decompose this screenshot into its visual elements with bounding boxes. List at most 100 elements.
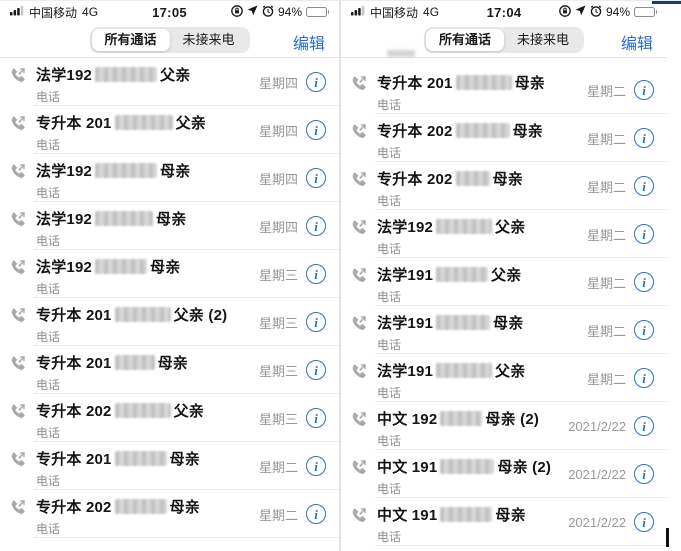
call-log-row[interactable]: 专升本 201父亲 (2) 电话 星期三 i xyxy=(0,298,339,346)
info-button[interactable]: i xyxy=(306,72,326,92)
call-log-row[interactable]: 法学192父亲 电话 星期二 i xyxy=(341,210,667,258)
info-button[interactable]: i xyxy=(306,504,326,524)
call-log-row[interactable]: 专升本 201母亲 电话 星期三 i xyxy=(0,346,339,394)
rotation-lock-icon xyxy=(559,5,571,20)
call-log-row[interactable]: 专升本 201母亲 电话 星期二 i xyxy=(341,66,667,114)
contact-name: 专升本 201父亲 xyxy=(36,112,206,133)
call-log-row[interactable]: 中文 191母亲 (2) 电话 2021/2/22 i xyxy=(341,450,667,498)
info-button[interactable]: i xyxy=(634,128,654,148)
call-type-label: 电话 xyxy=(377,288,521,305)
outgoing-call-icon xyxy=(350,459,367,481)
alarm-icon xyxy=(590,5,602,20)
phone-screenshot-left: 中国移动 4G 17:05 94% xyxy=(0,1,339,551)
outgoing-call-icon xyxy=(350,171,367,193)
call-type-label: 电话 xyxy=(377,336,523,353)
outgoing-call-icon xyxy=(350,267,367,289)
edit-button[interactable]: 编辑 xyxy=(293,30,325,54)
call-log-row[interactable]: 专升本 202父亲 电话 星期三 i xyxy=(0,394,339,442)
info-button[interactable]: i xyxy=(634,416,654,436)
info-button[interactable]: i xyxy=(306,360,326,380)
contact-name: 中文 191母亲 (2) xyxy=(377,456,551,477)
info-button[interactable]: i xyxy=(634,80,654,100)
call-filter-segmented-control: 所有通话 未接来电 xyxy=(424,27,584,53)
outgoing-call-icon xyxy=(9,307,26,329)
tab-all-calls[interactable]: 所有通话 xyxy=(91,29,169,51)
rotation-lock-icon xyxy=(231,5,243,20)
outgoing-call-icon xyxy=(350,411,367,433)
call-log-row[interactable]: 法学191父亲 电话 星期二 i xyxy=(341,354,667,402)
redacted-name-segment xyxy=(440,411,482,426)
info-button[interactable]: i xyxy=(634,224,654,244)
outgoing-call-icon xyxy=(9,211,26,233)
info-button[interactable]: i xyxy=(306,264,326,284)
call-log-row[interactable]: 专升本 201父亲 电话 星期四 i xyxy=(0,106,339,154)
outgoing-call-icon xyxy=(9,499,26,521)
tab-missed-calls[interactable]: 未接来电 xyxy=(504,29,582,51)
call-type-label: 电话 xyxy=(377,144,543,161)
tab-missed-calls[interactable]: 未接来电 xyxy=(170,29,248,51)
outgoing-call-icon xyxy=(350,315,367,337)
info-button[interactable]: i xyxy=(306,456,326,476)
call-log-row[interactable]: 法学191父亲 电话 星期二 i xyxy=(341,258,667,306)
call-log-row[interactable]: 专升本 201母亲 电话 星期二 i xyxy=(0,442,339,490)
call-log-list: 法学192父亲 电话 星期四 i 专升本 201父亲 电话 星期四 i xyxy=(0,58,339,551)
signal-strength-icon xyxy=(351,5,365,19)
edit-button[interactable]: 编辑 xyxy=(621,30,653,54)
battery-percent-label: 94% xyxy=(278,5,302,19)
call-date-label: 星期二 xyxy=(587,225,626,244)
call-log-row[interactable]: 专升本 202母亲 电话 星期二 i xyxy=(341,162,667,210)
info-button[interactable]: i xyxy=(634,272,654,292)
call-log-row[interactable]: 法学192母亲 电话 星期四 i xyxy=(0,154,339,202)
tab-all-calls[interactable]: 所有通话 xyxy=(426,29,504,51)
call-type-label: 电话 xyxy=(377,432,539,449)
call-type-label: 电话 xyxy=(377,384,525,401)
call-type-label: 电话 xyxy=(36,376,188,393)
outgoing-call-icon xyxy=(350,123,367,145)
call-log-row[interactable]: 法学192母亲 电话 星期三 i xyxy=(0,250,339,298)
call-type-label: 电话 xyxy=(36,232,186,249)
call-date-label: 星期二 xyxy=(259,505,298,524)
contact-name: 法学191母亲 xyxy=(377,312,523,333)
call-log-row[interactable]: 法学191母亲 电话 星期二 i xyxy=(341,306,667,354)
call-log-row[interactable]: 专升本 202母亲 电话 星期二 i xyxy=(341,114,667,162)
contact-name: 专升本 201母亲 xyxy=(377,72,545,93)
info-button[interactable]: i xyxy=(634,320,654,340)
info-button[interactable]: i xyxy=(306,120,326,140)
redacted-name-segment xyxy=(436,363,492,378)
alarm-icon xyxy=(262,5,274,20)
call-type-label: 电话 xyxy=(36,136,206,153)
outgoing-call-icon xyxy=(350,507,367,529)
location-services-icon xyxy=(247,5,258,19)
call-log-row[interactable]: 专升本 202母亲 电话 星期二 i xyxy=(0,490,339,538)
battery-icon xyxy=(306,7,329,17)
text-cursor-artifact xyxy=(666,528,669,547)
info-button[interactable]: i xyxy=(306,312,326,332)
redacted-name-segment xyxy=(95,259,147,274)
carrier-label: 中国移动 xyxy=(370,4,418,21)
redacted-name-segment xyxy=(115,355,155,370)
call-type-label: 电话 xyxy=(377,240,525,257)
call-date-label: 星期二 xyxy=(587,369,626,388)
call-date-label: 星期二 xyxy=(587,81,626,100)
info-button[interactable]: i xyxy=(306,168,326,188)
call-log-row[interactable]: 中文 192母亲 (2) 电话 2021/2/22 i xyxy=(341,402,667,450)
info-button[interactable]: i xyxy=(306,216,326,236)
info-button[interactable]: i xyxy=(634,368,654,388)
redacted-name-segment xyxy=(456,171,490,186)
info-button[interactable]: i xyxy=(306,408,326,428)
contact-name: 专升本 202父亲 xyxy=(36,400,204,421)
info-button[interactable]: i xyxy=(634,176,654,196)
call-log-row[interactable]: 法学192父亲 电话 星期四 i xyxy=(0,58,339,106)
network-type-label: 4G xyxy=(423,5,439,19)
redacted-name-segment xyxy=(436,267,488,282)
call-log-row[interactable]: 法学192母亲 电话 星期四 i xyxy=(0,202,339,250)
call-log-row[interactable]: 中文 191母亲 电话 2021/2/22 i xyxy=(341,498,667,546)
redacted-name-segment xyxy=(440,459,494,474)
info-button[interactable]: i xyxy=(634,512,654,532)
redacted-name-segment xyxy=(436,219,492,234)
screen-edge-artifact xyxy=(652,1,681,4)
info-button[interactable]: i xyxy=(634,464,654,484)
contact-name: 专升本 201母亲 xyxy=(36,352,188,373)
redacted-name-segment xyxy=(95,67,157,82)
outgoing-call-icon xyxy=(9,451,26,473)
